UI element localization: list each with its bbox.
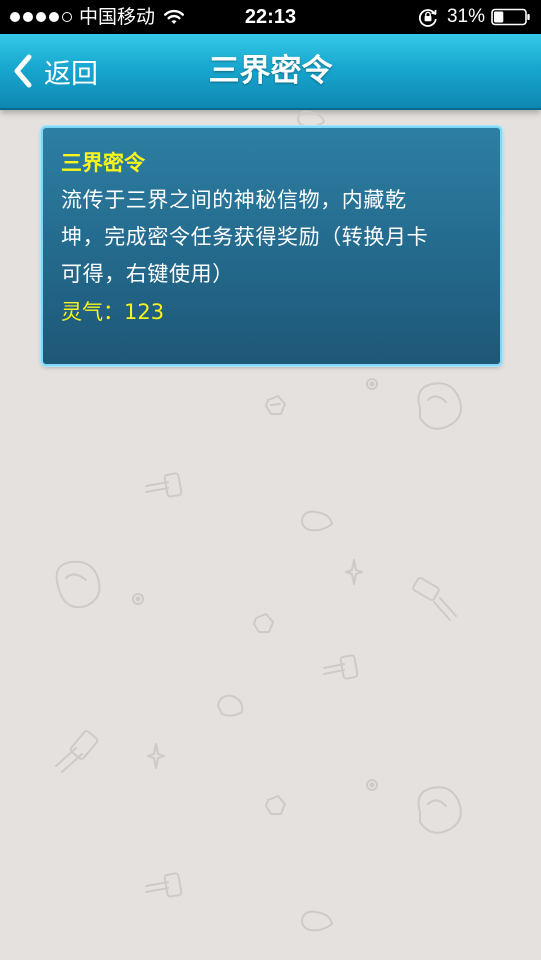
status-right: 31% <box>418 0 531 34</box>
item-description-line: 流传于三界之间的神秘信物，内藏乾 <box>61 188 407 212</box>
status-bar: 中国移动 22:13 31% <box>0 0 541 34</box>
hammer-icon <box>145 872 183 898</box>
ingot-icon <box>417 382 462 430</box>
back-label: 返回 <box>44 58 98 90</box>
item-description-line: 可得，右键使用） <box>61 262 234 286</box>
coin-icon <box>132 593 144 605</box>
ingot-icon <box>417 786 462 834</box>
item-info-card: 三界密令 流传于三界之间的神秘信物，内藏乾 坤，完成密令任务获得奖励（转换月卡 … <box>41 126 502 366</box>
back-button[interactable]: 返回 <box>12 34 98 108</box>
lock-rotation-icon <box>418 9 437 27</box>
ingot-icon <box>301 510 333 532</box>
coin-icon <box>366 378 378 390</box>
item-name: 三界密令 <box>61 151 145 175</box>
item-description-line: 坤，完成密令任务获得奖励（转换月卡 <box>61 225 429 249</box>
ingot-icon <box>55 560 101 608</box>
stat-value: 123 <box>124 300 165 324</box>
gem-icon <box>265 395 286 415</box>
sparkle-icon <box>345 559 363 585</box>
hammer-icon <box>55 730 99 773</box>
gem-icon <box>265 795 286 815</box>
hammer-icon <box>145 472 183 498</box>
battery-percent: 31% <box>446 6 485 27</box>
hammer-icon <box>323 654 359 680</box>
ingot-icon <box>297 110 325 128</box>
hammer-icon <box>412 577 457 621</box>
item-stat: 灵气：123 <box>61 296 482 328</box>
gem-icon <box>253 613 274 633</box>
item-description: 流传于三界之间的神秘信物，内藏乾 坤，完成密令任务获得奖励（转换月卡 可得，右键… <box>61 182 482 293</box>
sparkle-icon <box>147 743 165 769</box>
ingot-icon <box>301 910 333 932</box>
coin-icon <box>366 779 378 791</box>
ingot-icon <box>217 694 244 717</box>
chevron-left-icon <box>14 54 32 88</box>
battery-icon <box>491 8 530 26</box>
nav-bar: 三界密令 返回 <box>0 34 541 110</box>
stat-label: 灵气： <box>61 300 124 324</box>
